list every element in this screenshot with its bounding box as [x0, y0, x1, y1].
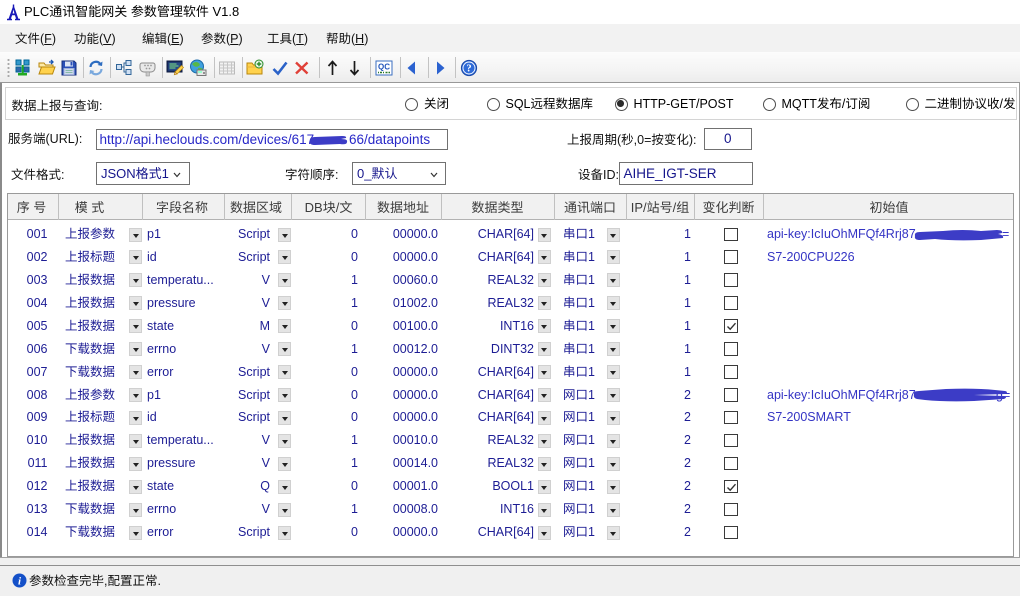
svg-text:QC: QC	[378, 63, 390, 72]
svg-text:?: ?	[466, 64, 471, 75]
